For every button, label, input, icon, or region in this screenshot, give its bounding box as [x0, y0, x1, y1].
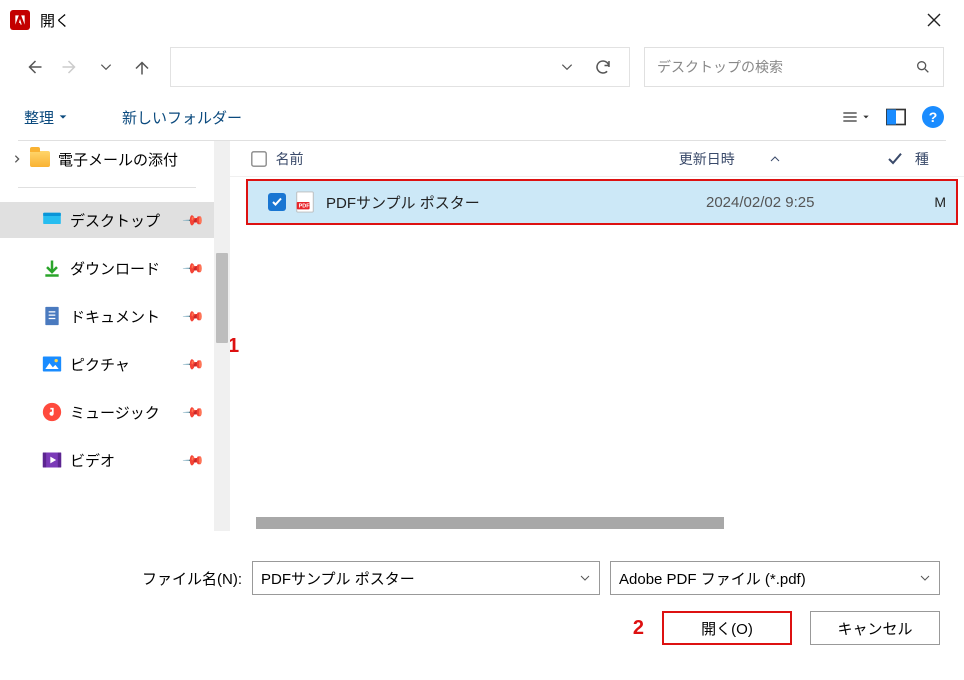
pin-icon: 📌	[181, 448, 205, 472]
chevron-down-icon	[862, 112, 870, 122]
pin-icon: 📌	[181, 256, 205, 280]
nav-row: デスクトップの検索	[0, 40, 964, 94]
search-box[interactable]: デスクトップの検索	[644, 47, 944, 87]
pin-icon: 📌	[181, 400, 205, 424]
desktop-icon	[42, 210, 62, 230]
sidebar-item-videos[interactable]: ビデオ 📌	[0, 442, 214, 478]
sidebar-item-downloads[interactable]: ダウンロード 📌	[0, 250, 214, 286]
close-icon	[926, 12, 942, 28]
video-icon	[42, 450, 62, 470]
file-row[interactable]: PDF PDFサンプル ポスター 2024/02/02 9:25 M	[246, 179, 958, 225]
up-button[interactable]	[128, 40, 156, 94]
main-area: 電子メールの添付 デスクトップ 📌 ダウンロード 📌 ドキュメント 📌 ピクチャ…	[0, 141, 964, 531]
refresh-button[interactable]	[585, 48, 621, 86]
filename-combobox[interactable]: PDFサンプル ポスター	[252, 561, 600, 595]
filename-value: PDFサンプル ポスター	[261, 568, 415, 589]
check-icon	[887, 152, 903, 166]
sidebar-item-pictures[interactable]: ピクチャ 📌	[0, 346, 214, 382]
path-dropdown[interactable]	[549, 48, 585, 86]
sidebar-item-desktop[interactable]: デスクトップ 📌	[0, 202, 214, 238]
svg-text:PDF: PDF	[299, 204, 311, 210]
search-icon	[915, 59, 931, 75]
chevron-right-icon	[12, 154, 22, 164]
titlebar: 開く	[0, 0, 964, 40]
search-placeholder: デスクトップの検索	[657, 57, 915, 77]
sort-indicator-icon	[769, 154, 781, 164]
help-button[interactable]: ?	[922, 106, 944, 128]
app-icon	[10, 10, 30, 30]
sidebar-item-documents[interactable]: ドキュメント 📌	[0, 298, 214, 334]
pdf-file-icon: PDF	[294, 192, 316, 212]
annotation-2: 2	[633, 617, 644, 640]
recent-locations-button[interactable]	[92, 40, 120, 94]
file-name: PDFサンプル ポスター	[326, 192, 706, 213]
row-checkbox[interactable]	[268, 193, 286, 211]
file-type: M	[906, 194, 946, 210]
adobe-icon	[13, 13, 27, 27]
music-icon	[42, 402, 62, 422]
view-mode-button[interactable]	[842, 103, 870, 131]
horizontal-scrollbar[interactable]	[230, 515, 964, 531]
sidebar-separator	[18, 187, 196, 188]
column-headers: 名前 更新日時 種	[230, 141, 964, 177]
chevron-down-icon	[58, 112, 68, 122]
address-bar[interactable]	[170, 47, 630, 87]
open-button[interactable]: 開く(O)	[662, 611, 792, 645]
filename-label: ファイル名(N):	[142, 568, 242, 589]
forward-button[interactable]	[56, 40, 84, 94]
scrollbar-thumb[interactable]	[216, 253, 228, 343]
column-date[interactable]: 更新日時	[679, 149, 876, 169]
chevron-down-icon	[579, 572, 591, 584]
cancel-button[interactable]: キャンセル	[810, 611, 940, 645]
select-all-checkbox[interactable]	[250, 150, 268, 168]
organize-button[interactable]: 整理	[18, 103, 74, 132]
column-name[interactable]: 名前	[276, 149, 679, 169]
pin-icon: 📌	[181, 304, 205, 328]
close-button[interactable]	[914, 0, 954, 40]
arrow-up-icon	[133, 58, 151, 76]
column-type[interactable]: 種	[915, 149, 964, 169]
file-list-area: 名前 更新日時 種 1 PDF PDFサンプル ポスター	[230, 141, 964, 531]
filter-value: Adobe PDF ファイル (*.pdf)	[619, 568, 806, 589]
scrollbar-thumb[interactable]	[256, 517, 724, 529]
download-icon	[42, 258, 62, 278]
sidebar-item-music[interactable]: ミュージック 📌	[0, 394, 214, 430]
back-button[interactable]	[20, 40, 48, 94]
pin-icon: 📌	[181, 208, 205, 232]
sidebar-scrollbar[interactable]	[214, 141, 230, 531]
sidebar: 電子メールの添付 デスクトップ 📌 ダウンロード 📌 ドキュメント 📌 ピクチャ…	[0, 141, 214, 531]
list-icon	[842, 109, 858, 125]
annotation-1: 1	[230, 177, 239, 515]
toolbar: 整理 新しいフォルダー ?	[0, 94, 964, 140]
file-list: 1 PDF PDFサンプル ポスター 2024/02/02 9:25 M	[230, 177, 964, 515]
preview-pane-button[interactable]	[882, 103, 910, 131]
file-date: 2024/02/02 9:25	[706, 194, 906, 211]
chevron-down-icon	[99, 60, 113, 74]
bottom-panel: ファイル名(N): PDFサンプル ポスター Adobe PDF ファイル (*…	[0, 531, 964, 645]
chevron-down-icon	[560, 60, 574, 74]
preview-icon	[886, 108, 906, 126]
chevron-down-icon	[919, 572, 931, 584]
filetype-filter[interactable]: Adobe PDF ファイル (*.pdf)	[610, 561, 940, 595]
checkmark-icon	[271, 196, 283, 208]
nav-tree-item[interactable]: 電子メールの添付	[0, 141, 214, 177]
pictures-icon	[42, 354, 62, 374]
folder-icon	[30, 151, 50, 167]
arrow-right-icon	[61, 58, 79, 76]
pin-icon: 📌	[181, 352, 205, 376]
help-icon: ?	[929, 109, 938, 125]
arrow-left-icon	[25, 58, 43, 76]
new-folder-button[interactable]: 新しいフォルダー	[116, 103, 248, 132]
document-icon	[42, 306, 62, 326]
window-title: 開く	[40, 10, 70, 31]
refresh-icon	[594, 58, 612, 76]
